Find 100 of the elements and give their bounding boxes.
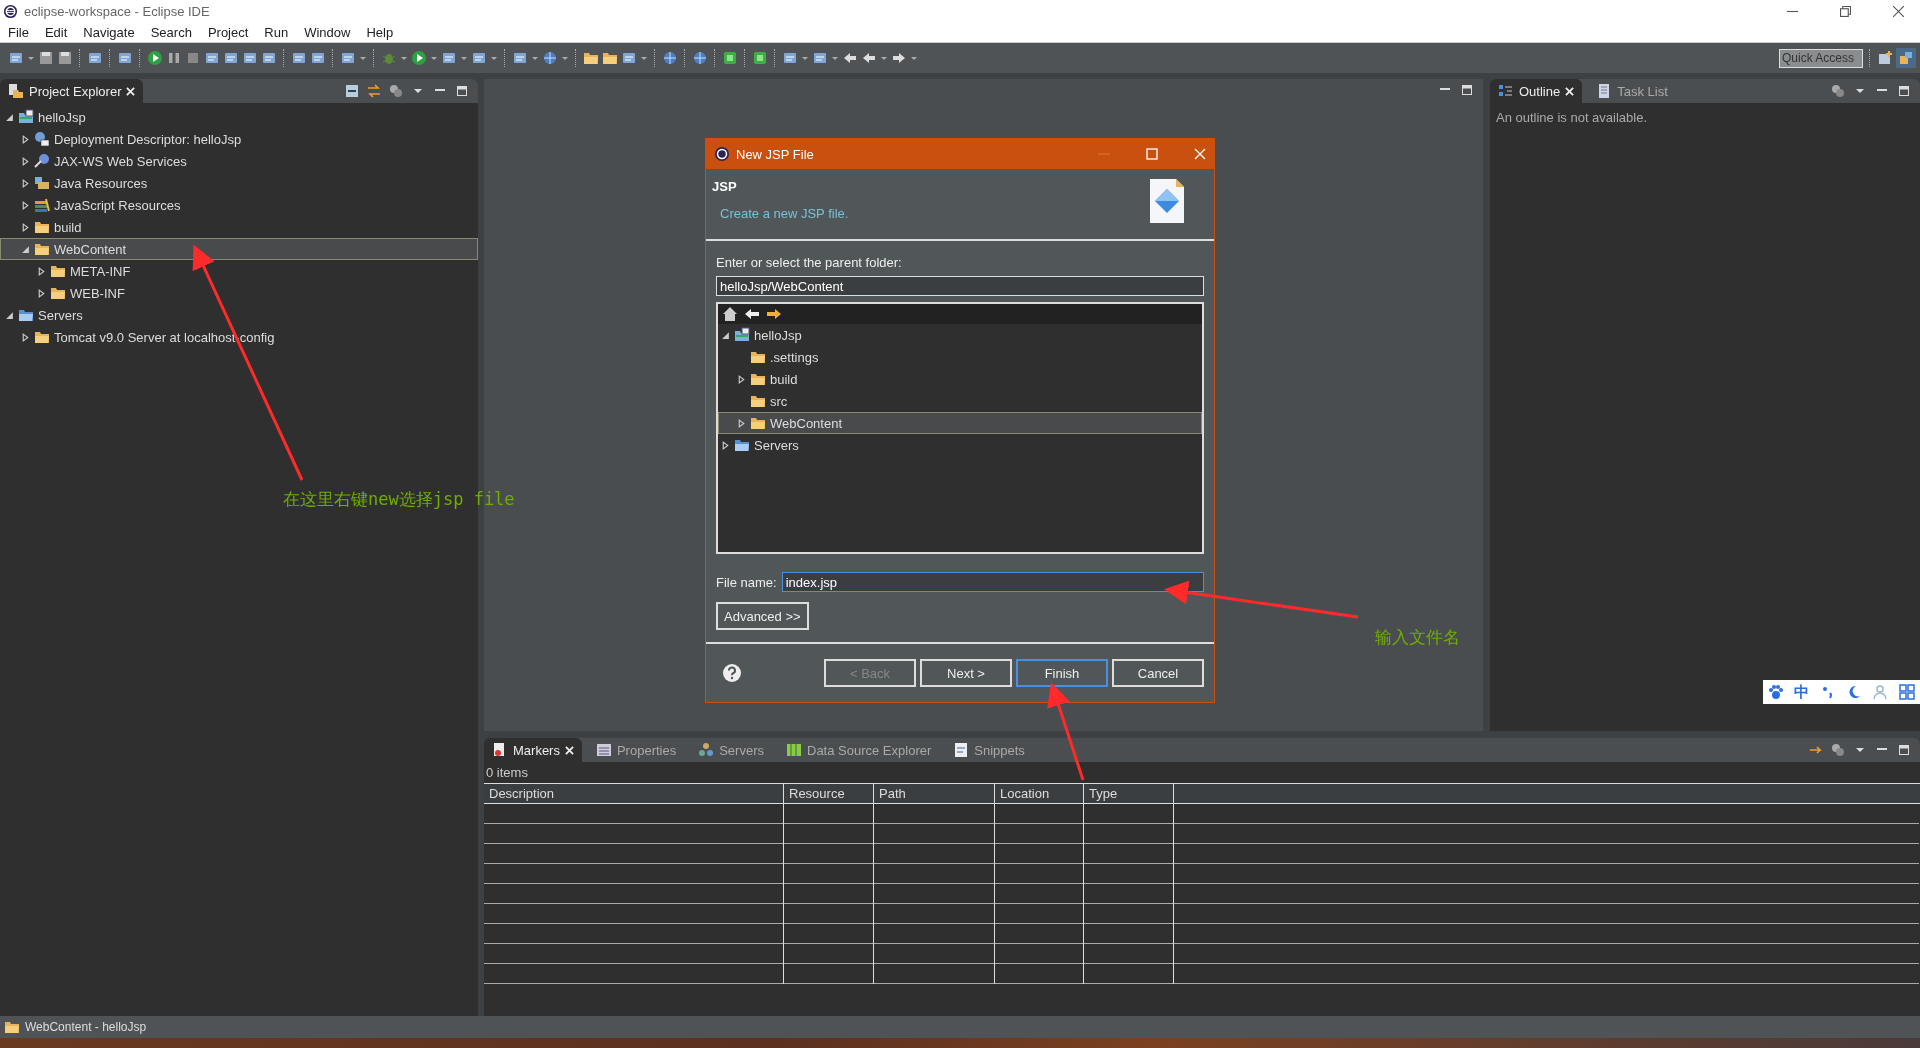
close-icon[interactable] bbox=[1893, 5, 1904, 17]
perspective-icon[interactable] bbox=[1896, 48, 1916, 68]
view-tab[interactable]: Project Explorer bbox=[0, 79, 144, 103]
quick-access-field[interactable]: Quick Access bbox=[1779, 48, 1863, 68]
globe-icon[interactable] bbox=[692, 50, 708, 66]
column-header[interactable]: Type bbox=[1084, 784, 1174, 804]
view-tab[interactable]: Snippets bbox=[945, 738, 1033, 762]
tree-item[interactable]: Java Resources bbox=[0, 172, 478, 194]
home-icon[interactable] bbox=[722, 306, 738, 322]
menu-item[interactable]: Run bbox=[256, 24, 297, 40]
column-header[interactable]: Resource bbox=[784, 784, 874, 804]
tree-item[interactable]: Servers bbox=[0, 304, 478, 326]
view-tab[interactable]: Data Source Explorer bbox=[778, 738, 940, 762]
column-header[interactable]: Path bbox=[874, 784, 995, 804]
tool-icon[interactable] bbox=[340, 50, 356, 66]
tree-item[interactable]: Deployment Descriptor: helloJsp bbox=[0, 128, 478, 150]
maximize-icon[interactable] bbox=[1896, 742, 1912, 758]
menu-item[interactable]: Navigate bbox=[75, 24, 143, 40]
menu-item[interactable]: Window bbox=[296, 24, 359, 40]
tree-item[interactable]: helloJsp bbox=[718, 324, 1202, 346]
expand-icon[interactable] bbox=[737, 418, 746, 428]
tree-item[interactable]: build bbox=[718, 368, 1202, 390]
tree-item[interactable]: JavaScript Resources bbox=[0, 194, 478, 216]
expand-icon[interactable] bbox=[21, 332, 30, 342]
tree-item[interactable]: JAX-WS Web Services bbox=[0, 150, 478, 172]
dialog-button[interactable]: Next > bbox=[920, 659, 1012, 687]
tool-icon[interactable] bbox=[204, 50, 220, 66]
maximize-icon[interactable] bbox=[1896, 83, 1912, 99]
advanced-button[interactable]: Advanced >> bbox=[716, 602, 809, 630]
expand-icon[interactable] bbox=[21, 178, 30, 188]
tool-icon[interactable] bbox=[291, 50, 307, 66]
filter-icon[interactable] bbox=[1830, 742, 1846, 758]
help-icon[interactable] bbox=[722, 663, 742, 683]
input-mode-label[interactable]: 中 bbox=[1794, 682, 1810, 702]
folder-icon[interactable] bbox=[602, 50, 618, 66]
file-name-field[interactable]: index.jsp bbox=[781, 572, 1204, 592]
run-icon[interactable] bbox=[147, 50, 163, 66]
restore-icon[interactable] bbox=[1840, 5, 1851, 17]
tool-icon[interactable] bbox=[117, 50, 133, 66]
tree-item[interactable]: src bbox=[718, 390, 1202, 412]
expand-icon[interactable] bbox=[37, 288, 46, 298]
dropdown-caret-icon[interactable] bbox=[27, 54, 35, 62]
filter-icon[interactable] bbox=[388, 83, 404, 99]
tree-item[interactable]: build bbox=[0, 216, 478, 238]
link-icon[interactable] bbox=[366, 83, 382, 99]
tool-icon[interactable] bbox=[512, 50, 528, 66]
tool-icon[interactable] bbox=[223, 50, 239, 66]
tree-item[interactable]: META-INF bbox=[0, 260, 478, 282]
forward-arrow-icon[interactable] bbox=[891, 50, 907, 66]
column-header[interactable]: Description bbox=[484, 784, 784, 804]
expand-icon[interactable] bbox=[21, 134, 30, 144]
menu-item[interactable]: Search bbox=[142, 24, 200, 40]
dropdown-caret-icon[interactable] bbox=[831, 54, 839, 62]
back-arrow-icon[interactable] bbox=[744, 306, 760, 322]
view-tab[interactable]: Task List bbox=[1588, 79, 1676, 103]
expand-icon[interactable] bbox=[737, 374, 746, 384]
maximize-icon[interactable] bbox=[1459, 82, 1475, 98]
globe-icon[interactable] bbox=[542, 50, 558, 66]
tool-icon[interactable] bbox=[8, 50, 24, 66]
parent-folder-field[interactable]: helloJsp/WebContent bbox=[716, 276, 1204, 296]
tree-item[interactable]: helloJsp bbox=[0, 106, 478, 128]
dropdown-caret-icon[interactable] bbox=[460, 54, 468, 62]
filter-icon[interactable] bbox=[1830, 83, 1846, 99]
tree-item[interactable]: WebContent bbox=[718, 412, 1202, 434]
tree-item[interactable]: WEB-INF bbox=[0, 282, 478, 304]
expand-icon[interactable] bbox=[21, 200, 30, 210]
menu-item[interactable]: File bbox=[0, 24, 37, 40]
tool-icon[interactable] bbox=[242, 50, 258, 66]
view-tab[interactable]: Outline bbox=[1490, 79, 1583, 103]
dropdown-caret-icon[interactable] bbox=[801, 54, 809, 62]
tool-icon[interactable] bbox=[87, 50, 103, 66]
collapse-all-icon[interactable] bbox=[344, 83, 360, 99]
expand-icon[interactable] bbox=[721, 440, 730, 450]
menu-item[interactable]: Edit bbox=[36, 24, 76, 40]
save-icon[interactable] bbox=[57, 50, 73, 66]
menu-item[interactable]: Project bbox=[199, 24, 257, 40]
run-icon[interactable] bbox=[411, 50, 427, 66]
pause-icon[interactable] bbox=[166, 50, 182, 66]
maximize-icon[interactable] bbox=[454, 83, 470, 99]
collapse-icon[interactable] bbox=[721, 330, 730, 340]
dropdown-caret-icon[interactable] bbox=[640, 54, 648, 62]
collapse-icon[interactable] bbox=[21, 244, 30, 254]
view-tab[interactable]: Servers bbox=[690, 738, 772, 762]
tool-icon[interactable] bbox=[621, 50, 637, 66]
dropdown-caret-icon[interactable] bbox=[490, 54, 498, 62]
dropdown-caret-icon[interactable] bbox=[430, 54, 438, 62]
tool-icon[interactable] bbox=[310, 50, 326, 66]
save-icon[interactable] bbox=[38, 50, 54, 66]
expand-icon[interactable] bbox=[21, 222, 30, 232]
paw-icon[interactable] bbox=[1768, 684, 1785, 700]
open-perspective-icon[interactable] bbox=[1877, 50, 1893, 66]
dropdown-caret-icon[interactable] bbox=[400, 54, 408, 62]
tool-icon[interactable] bbox=[471, 50, 487, 66]
chip-icon[interactable] bbox=[752, 50, 768, 66]
dropdown-caret-icon[interactable] bbox=[531, 54, 539, 62]
dropdown-caret-icon[interactable] bbox=[561, 54, 569, 62]
view-tab[interactable]: Markers bbox=[484, 738, 582, 762]
expand-icon[interactable] bbox=[37, 266, 46, 276]
tree-item[interactable]: WebContent bbox=[0, 238, 478, 260]
forward-arrow-icon[interactable] bbox=[766, 306, 782, 322]
